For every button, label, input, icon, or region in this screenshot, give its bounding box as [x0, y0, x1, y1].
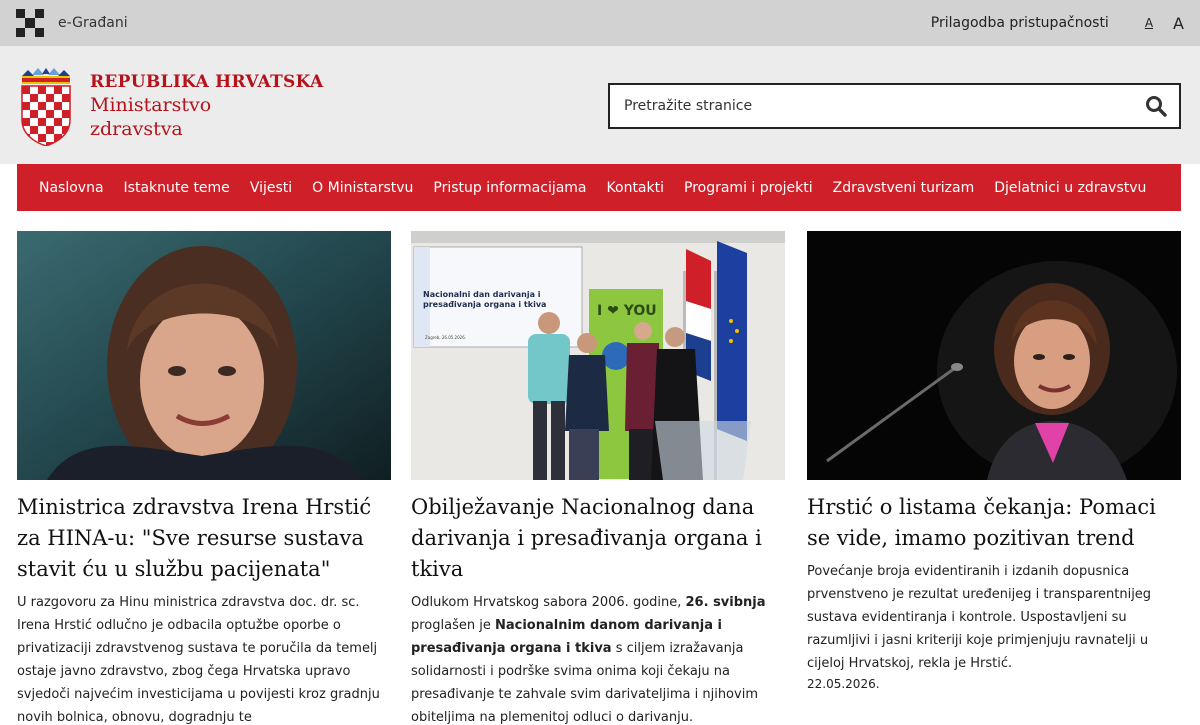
news-excerpt-2: Odlukom Hrvatskog sabora 2006. godine, 2…	[411, 591, 785, 725]
egradjani-label: e-Građani	[58, 15, 128, 31]
font-size-large-button[interactable]: A	[1173, 14, 1184, 33]
news-card-3[interactable]: Hrstić o listama čekanja: Pomaci se vide…	[807, 231, 1181, 691]
ministry-name-line1: Ministarstvo	[90, 94, 212, 116]
nav-item-naslovna[interactable]: Naslovna	[39, 180, 104, 196]
excerpt-2-part-c: proglašen je	[411, 618, 495, 633]
nav-item-kontakti[interactable]: Kontakti	[607, 180, 664, 196]
egradjani-link[interactable]: e-Građani	[16, 9, 128, 37]
font-size-small-button[interactable]: A	[1145, 16, 1153, 30]
accessibility-link[interactable]: Prilagodba pristupačnosti	[931, 15, 1109, 31]
news-image-1[interactable]	[17, 231, 391, 480]
nav-item-pristup-informacijama[interactable]: Pristup informacijama	[433, 180, 586, 196]
screen-title-line2: presađivanja organa i tkiva	[423, 300, 546, 309]
nav-item-vijesti[interactable]: Vijesti	[250, 180, 292, 196]
screen-date: Zagreb, 26.05.2026.	[425, 335, 466, 340]
screen-title-line1: Nacionalni dan darivanja i	[423, 290, 541, 299]
search-box	[608, 83, 1181, 129]
nav-item-programi-i-projekti[interactable]: Programi i projekti	[684, 180, 813, 196]
nav-item-o-ministarstvu[interactable]: O Ministarstvu	[312, 180, 413, 196]
country-name: REPUBLIKA HRVATSKA	[90, 72, 324, 92]
news-card-2[interactable]: Nacionalni dan darivanja i presađivanja …	[411, 231, 785, 725]
coat-of-arms-icon[interactable]	[18, 68, 74, 146]
banner-text: I ❤ YOU	[597, 303, 657, 319]
news-image-2[interactable]: Nacionalni dan darivanja i presađivanja …	[411, 231, 785, 480]
brand[interactable]: REPUBLIKA HRVATSKA Ministarstvo zdravstv…	[90, 72, 323, 140]
nav-item-djelatnici-u-zdravstvu[interactable]: Djelatnici u zdravstvu	[994, 180, 1146, 196]
utility-bar: e-Građani Prilagodba pristupačnosti A A	[0, 0, 1200, 46]
news-card-1[interactable]: Ministrica zdravstva Irena Hrstić za HIN…	[17, 231, 391, 725]
news-excerpt-1: U razgovoru za Hinu ministrica zdravstva…	[17, 595, 380, 725]
search-icon[interactable]	[1145, 95, 1167, 117]
news-title-2[interactable]: Obilježavanje Nacionalnog dana darivanja…	[411, 492, 785, 585]
svg-text:Nacionalni dan darivanja i: Nacionalni dan darivanja i presađivanja …	[423, 290, 546, 309]
nav-item-istaknute-teme[interactable]: Istaknute teme	[124, 180, 230, 196]
news-excerpt-3: Povećanje broja evidentiranih i izdanih …	[807, 564, 1152, 671]
news-image-3[interactable]	[807, 231, 1181, 480]
site-header: REPUBLIKA HRVATSKA Ministarstvo zdravstv…	[0, 46, 1200, 164]
news-date-3: 22.05.2026.	[807, 677, 880, 691]
news-title-1[interactable]: Ministrica zdravstva Irena Hrstić za HIN…	[17, 492, 391, 585]
excerpt-2-part-b: 26. svibnja	[685, 595, 766, 610]
nav-item-zdravstveni-turizam[interactable]: Zdravstveni turizam	[833, 180, 975, 196]
excerpt-2-part-a: Odlukom Hrvatskog sabora 2006. godine,	[411, 595, 686, 610]
news-title-3[interactable]: Hrstić o listama čekanja: Pomaci se vide…	[807, 492, 1181, 554]
egradjani-logo-icon	[16, 9, 44, 37]
ministry-name-line2: zdravstva	[90, 118, 183, 140]
main-nav: Naslovna Istaknute teme Vijesti O Minist…	[17, 164, 1181, 211]
search-input[interactable]	[624, 98, 1104, 114]
